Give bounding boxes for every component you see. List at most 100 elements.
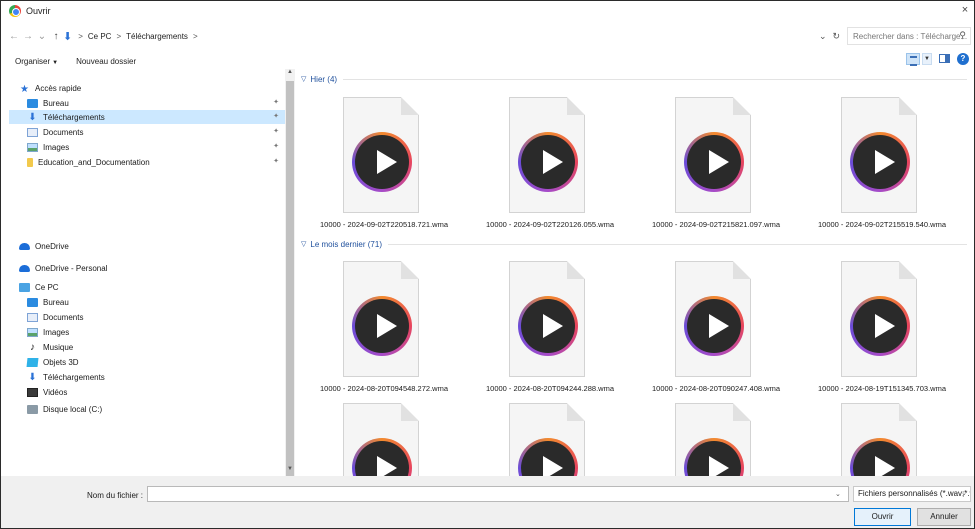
file-name: 10000 - 2024-08-20T090247.408.wma [651,384,780,393]
pin-icon: ✦ [273,158,279,165]
cancel-button[interactable]: Annuler [917,508,971,526]
change-view-icon[interactable] [906,53,920,66]
address-dropdown-icon[interactable]: ⌄ [819,31,827,42]
file-item[interactable] [633,403,799,476]
sidebar-item-education[interactable]: Education_and_Documentation ✦ [9,155,285,169]
sidebar-item-pc-images[interactable]: Images [9,325,285,339]
file-item[interactable]: 10000 - 2024-08-20T094548.272.wma [301,261,467,401]
sidebar-item-pc-documents[interactable]: Documents [9,310,285,324]
sidebar-item-label: Objets 3D [43,357,79,367]
media-file-icon [841,261,917,377]
sidebar-item-label: Bureau [43,297,69,307]
computer-icon [19,282,30,292]
file-item[interactable]: 10000 - 2024-09-02T215821.097.wma [633,97,799,237]
group-label: Hier (4) [310,74,338,84]
sidebar-item-pc-objets-3d[interactable]: Objets 3D [9,355,285,369]
star-icon: ★ [20,83,29,95]
chevron-down-icon: ⌄ [961,490,967,497]
refresh-icon[interactable]: ↻ [833,31,841,42]
sidebar-item-telechargements[interactable]: ⬇ Téléchargements ✦ [9,110,285,124]
sidebar-item-images[interactable]: Images ✦ [9,140,285,154]
group-header-last-month[interactable]: ▽ Le mois dernier (71) [301,238,967,250]
file-item[interactable]: 10000 - 2024-09-02T215519.540.wma [799,97,965,237]
pin-icon: ✦ [273,143,279,150]
file-item[interactable] [799,403,965,476]
file-item[interactable]: 10000 - 2024-09-02T220126.055.wma [467,97,633,237]
dialog-footer: Nom du fichier : ⌄ Fichiers personnalisé… [1,476,974,528]
sidebar-item-label: Documents [43,127,84,137]
filename-dropdown-icon[interactable]: ⌄ [835,490,841,498]
chrome-app-icon [9,5,21,17]
file-name: 10000 - 2024-09-02T215821.097.wma [651,220,780,229]
scroll-down-icon[interactable]: ▼ [285,466,295,476]
scroll-thumb[interactable] [286,81,294,483]
sidebar-item-quick-access[interactable]: ★ Accès rapide [9,81,285,95]
sidebar-item-label: Education_and_Documentation [38,157,150,167]
play-icon [684,132,744,192]
help-icon[interactable]: ? [957,53,969,65]
file-name: 10000 - 2024-08-20T094244.288.wma [485,384,614,393]
navigation-pane: ★ Accès rapide Bureau ✦ ⬇ Téléchargement… [9,77,287,475]
play-icon [352,296,412,356]
file-item[interactable]: 10000 - 2024-08-20T094244.288.wma [467,261,633,401]
preview-pane-icon[interactable] [939,54,950,63]
sidebar-item-onedrive-personal[interactable]: OneDrive - Personal [9,261,285,275]
view-options-caret-icon[interactable]: ▼ [922,53,932,65]
sidebar-item-pc-videos[interactable]: Vidéos [9,385,285,399]
media-file-icon [509,261,585,377]
sidebar-item-pc-telechargements[interactable]: ⬇ Téléchargements [9,370,285,384]
media-file-icon [343,261,419,377]
search-input[interactable]: Rechercher dans : Télécharge... ⚲ [847,27,971,45]
file-item[interactable]: 10000 - 2024-08-20T090247.408.wma [633,261,799,401]
sidebar-item-bureau[interactable]: Bureau ✦ [9,96,285,110]
play-icon [518,438,578,476]
scroll-up-icon[interactable]: ▲ [285,69,295,79]
recent-locations-button[interactable]: ⌄ [35,31,49,42]
play-icon [518,296,578,356]
breadcrumb-telechargements[interactable]: Téléchargements [126,32,188,41]
up-button[interactable]: ↑ [49,31,63,42]
back-button[interactable]: ← [7,31,21,42]
sidebar-item-pc-musique[interactable]: ♪ Musique [9,340,285,354]
sidebar-item-label: Bureau [43,98,69,108]
organize-button[interactable]: Organiser ▼ [11,55,62,68]
media-file-icon [675,97,751,213]
file-item[interactable] [301,403,467,476]
open-button[interactable]: Ouvrir [854,508,911,526]
file-list: ▽ Hier (4) 10000 - 2024-09-02T220518.721… [297,69,971,476]
file-type-select[interactable]: Fichiers personnalisés (*.wav;*.w ⌄ [853,486,971,502]
media-file-icon [841,97,917,213]
forward-button[interactable]: → [21,31,35,42]
desktop-icon [27,98,38,108]
pictures-icon [27,327,38,337]
file-item[interactable]: 10000 - 2024-09-02T220518.721.wma [301,97,467,237]
filename-input[interactable] [147,486,849,502]
sidebar-item-ce-pc[interactable]: Ce PC [9,280,285,294]
drive-icon [27,404,38,414]
sidebar-item-pc-bureau[interactable]: Bureau [9,295,285,309]
sidebar-item-onedrive[interactable]: OneDrive [9,239,285,253]
media-file-icon [509,97,585,213]
file-name: 10000 - 2024-09-02T220126.055.wma [485,220,614,229]
navigation-scrollbar[interactable]: ▲ ▼ [285,69,295,483]
file-item[interactable] [467,403,633,476]
sidebar-item-label: Images [43,142,70,152]
search-icon: ⚲ [959,30,966,40]
divider [343,78,967,80]
file-name: 10000 - 2024-08-20T094548.272.wma [319,384,448,393]
breadcrumb-ce-pc[interactable]: Ce PC [88,32,112,41]
sidebar-item-documents[interactable]: Documents ✦ [9,125,285,139]
sidebar-item-pc-disque-c[interactable]: Disque local (C:) [9,402,285,416]
play-icon [850,296,910,356]
play-icon [518,132,578,192]
sidebar-item-label: Images [43,327,70,337]
media-file-icon [675,403,751,476]
file-item[interactable]: 10000 - 2024-08-19T151345.703.wma [799,261,965,401]
pin-icon: ✦ [273,99,279,106]
close-button[interactable]: × [958,4,972,16]
address-bar[interactable]: ⬇ > Ce PC > Téléchargements > [63,27,823,45]
new-folder-button[interactable]: Nouveau dossier [72,55,140,68]
group-header-yesterday[interactable]: ▽ Hier (4) [301,73,967,85]
sidebar-item-label: Disque local (C:) [43,404,103,414]
media-file-icon [841,403,917,476]
